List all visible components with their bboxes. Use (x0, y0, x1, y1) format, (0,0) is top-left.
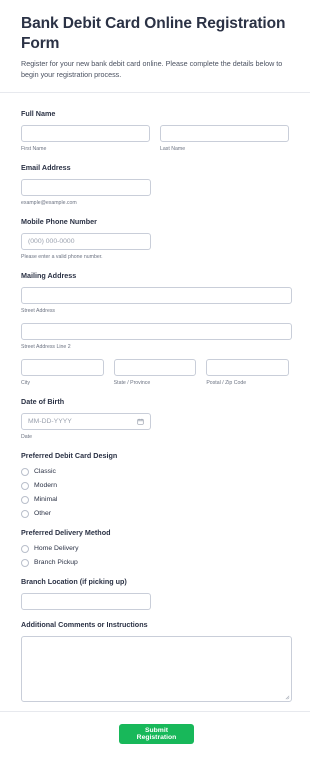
radio-icon[interactable] (21, 495, 29, 504)
first-name-sublabel: First Name (21, 146, 47, 152)
full-name-label: Full Name (21, 109, 56, 118)
card-design-option-classic[interactable]: Classic (21, 467, 289, 476)
phone-sublabel: Please enter a valid phone number. (21, 254, 103, 260)
comments-label: Additional Comments or Instructions (21, 620, 148, 629)
street-address-sublabel: Street Address (21, 308, 56, 314)
form-footer-divider (0, 711, 310, 712)
city-input[interactable] (21, 359, 104, 376)
branch-field: Branch Location (if picking up) (21, 577, 289, 610)
email-field: Email Address example@example.com (21, 163, 289, 207)
registration-form: Full Name First Name Last Name Email Add… (0, 93, 310, 702)
phone-field: Mobile Phone Number (000) 000-0000 Pleas… (21, 217, 289, 261)
delivery-option-home[interactable]: Home Delivery (21, 544, 289, 553)
radio-icon[interactable] (21, 509, 29, 518)
dob-label: Date of Birth (21, 397, 65, 406)
first-name-input[interactable] (21, 125, 150, 142)
state-sublabel: State / Province (113, 380, 151, 386)
email-label: Email Address (21, 163, 71, 172)
email-input[interactable] (21, 179, 151, 196)
dob-sublabel: Date (21, 434, 32, 440)
radio-icon[interactable] (21, 544, 29, 553)
radio-label: Branch Pickup (34, 559, 78, 566)
phone-label: Mobile Phone Number (21, 217, 97, 226)
address-label: Mailing Address (21, 271, 77, 280)
full-name-field: Full Name First Name Last Name (21, 109, 289, 153)
radio-icon[interactable] (21, 481, 29, 490)
last-name-sublabel: Last Name (160, 146, 186, 152)
comments-field: Additional Comments or Instructions (21, 620, 292, 702)
dob-field: Date of Birth MM-DD-YYYY Date (21, 397, 289, 441)
radio-label: Other (34, 510, 51, 517)
phone-placeholder: (000) 000-0000 (28, 238, 75, 245)
card-design-option-minimal[interactable]: Minimal (21, 495, 289, 504)
dob-input[interactable]: MM-DD-YYYY (21, 413, 151, 430)
zip-input[interactable] (206, 359, 290, 376)
form-subtitle: Register for your new bank debit card on… (21, 59, 283, 79)
branch-input[interactable] (21, 593, 151, 610)
street-address-line2-sublabel: Street Address Line 2 (21, 344, 71, 350)
last-name-input[interactable] (160, 125, 289, 142)
resize-handle-icon[interactable] (285, 695, 290, 700)
calendar-icon[interactable] (137, 418, 144, 425)
form-title: Bank Debit Card Online Registration Form (21, 15, 286, 52)
phone-input[interactable]: (000) 000-0000 (21, 233, 151, 250)
delivery-option-branch[interactable]: Branch Pickup (21, 558, 289, 567)
card-design-field: Preferred Debit Card Design Classic Mode… (21, 451, 289, 518)
branch-label: Branch Location (if picking up) (21, 577, 127, 586)
dob-placeholder: MM-DD-YYYY (28, 418, 72, 425)
email-sublabel: example@example.com (21, 200, 77, 206)
radio-label: Home Delivery (34, 545, 79, 552)
street-address-line2-input[interactable] (21, 323, 292, 340)
zip-sublabel: Postal / Zip Code (206, 380, 247, 386)
street-address-input[interactable] (21, 287, 292, 304)
address-field: Mailing Address Street Address Street Ad… (21, 271, 292, 387)
card-design-label: Preferred Debit Card Design (21, 451, 118, 460)
delivery-field: Preferred Delivery Method Home Delivery … (21, 528, 289, 567)
card-design-option-modern[interactable]: Modern (21, 481, 289, 490)
registration-page: Bank Debit Card Online Registration Form… (0, 0, 310, 761)
delivery-label: Preferred Delivery Method (21, 528, 111, 537)
radio-icon[interactable] (21, 467, 29, 476)
submit-registration-button[interactable]: Submit Registration (119, 724, 194, 744)
radio-label: Classic (34, 468, 56, 475)
state-input[interactable] (113, 359, 197, 376)
comments-textarea[interactable] (21, 636, 292, 702)
form-header: Bank Debit Card Online Registration Form… (0, 0, 310, 93)
radio-icon[interactable] (21, 558, 29, 567)
city-sublabel: City (21, 380, 30, 386)
radio-label: Minimal (34, 496, 58, 503)
card-design-option-other[interactable]: Other (21, 509, 289, 518)
radio-label: Modern (34, 482, 58, 489)
